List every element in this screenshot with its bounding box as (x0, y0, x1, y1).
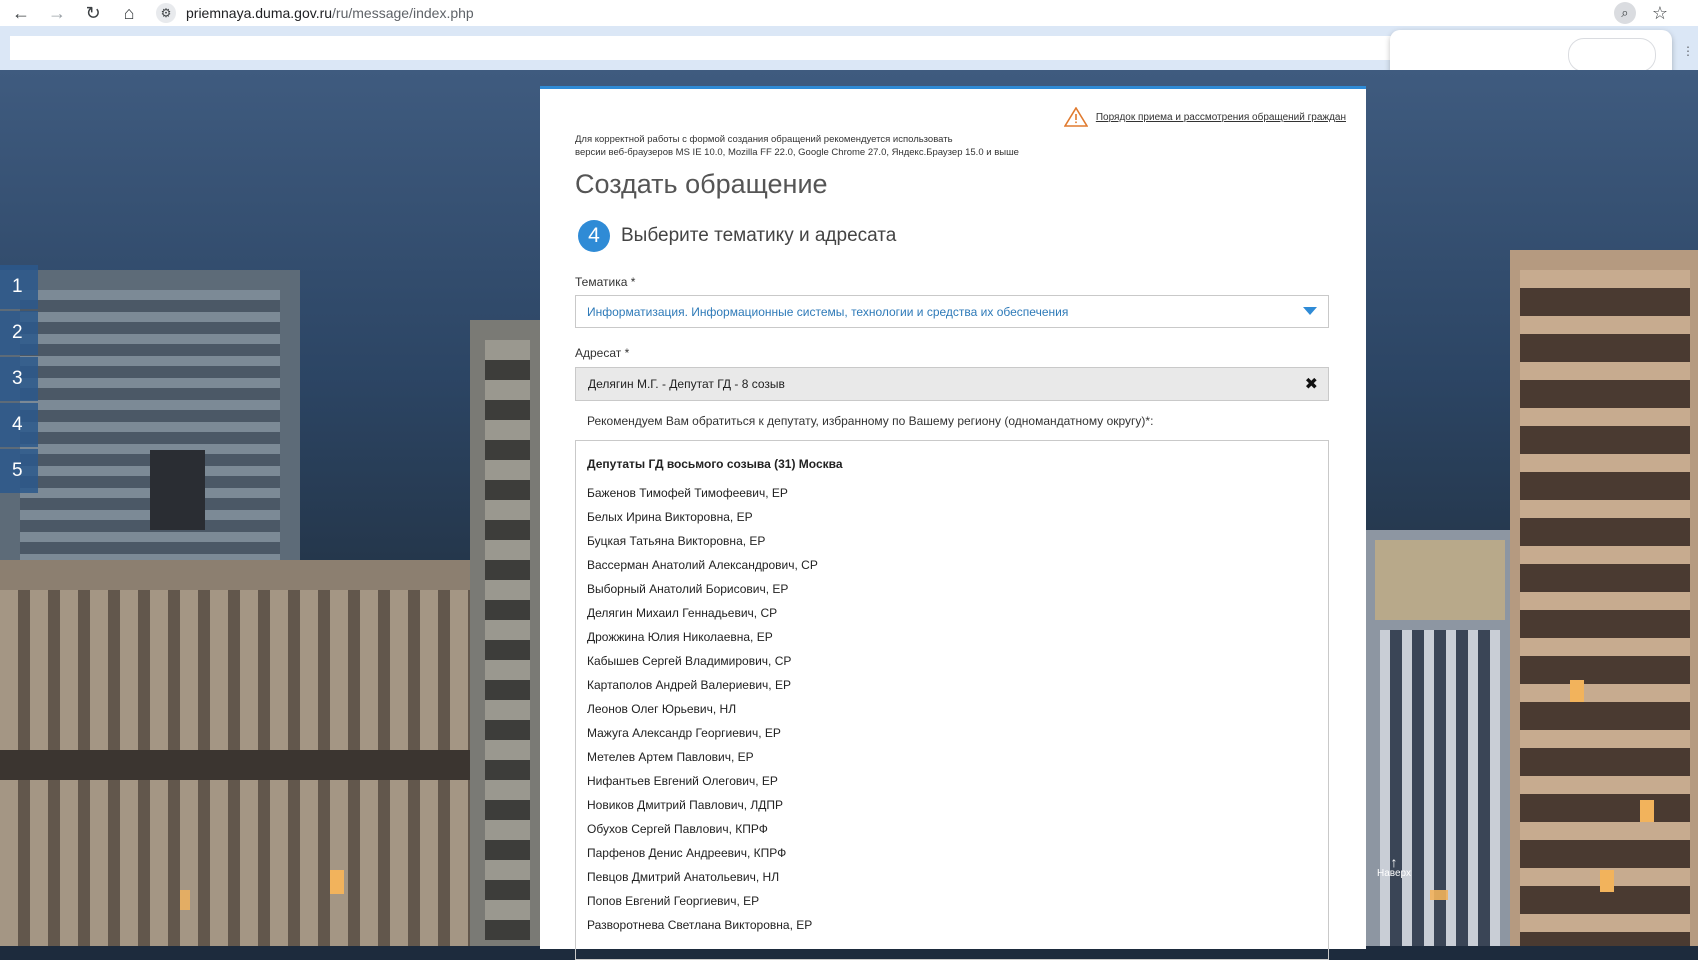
list-item[interactable]: Дрожжина Юлия Николаевна, ЕР (587, 629, 818, 653)
list-group-heading: Депутаты ГД восьмого созыва (31) Москва (587, 457, 843, 471)
zoom-icon[interactable]: ⌕ (1613, 2, 1636, 24)
addressee-selected-value: Делягин М.Г. - Депутат ГД - 8 созыв (588, 377, 785, 391)
addressee-label: Адресат * (575, 346, 630, 360)
list-item[interactable]: Попов Евгений Георгиевич, ЕР (587, 893, 818, 917)
clear-icon[interactable]: ✖ (1305, 374, 1318, 394)
list-item[interactable]: Белых Ирина Викторовна, ЕР (587, 509, 818, 533)
side-step-1[interactable]: 1 (0, 265, 38, 309)
popup-button[interactable] (1568, 38, 1656, 72)
side-step-nav: 1 2 3 4 5 (0, 265, 38, 495)
topic-select[interactable]: Информатизация. Информационные системы, … (575, 295, 1329, 328)
chevron-down-icon[interactable] (1303, 307, 1317, 315)
list-item[interactable]: Разворотнева Светлана Викторовна, ЕР (587, 917, 818, 941)
list-item[interactable]: Кабышев Сергей Владимирович, СР (587, 653, 818, 677)
list-item[interactable]: Делягин Михаил Геннадьевич, СР (587, 605, 818, 629)
list-item[interactable]: Выборный Анатолий Борисович, ЕР (587, 581, 818, 605)
step-title: Выберите тематику и адресата (621, 225, 897, 246)
list-item[interactable]: Парфенов Денис Андреевич, КПРФ (587, 845, 818, 869)
page-title: Создать обращение (575, 169, 828, 199)
side-step-5[interactable]: 5 (0, 449, 38, 493)
list-item[interactable]: Буцкая Татьяна Викторовна, ЕР (587, 533, 818, 557)
list-item[interactable]: Новиков Дмитрий Павлович, ЛДПР (587, 797, 818, 821)
side-step-3[interactable]: 3 (0, 357, 38, 401)
deputies-list: Баженов Тимофей Тимофеевич, ЕР Белых Ири… (587, 485, 818, 941)
forward-arrow-icon[interactable]: → (42, 0, 72, 26)
list-item[interactable]: Баженов Тимофей Тимофеевич, ЕР (587, 485, 818, 509)
browser-toolbar: ← → ↻ ⌂ ⚙ priemnaya.duma.gov.ru/ru/messa… (0, 0, 1698, 26)
bookmark-star-icon[interactable]: ☆ (1652, 3, 1668, 24)
arrow-up-icon: ↑ (1390, 854, 1398, 870)
url-host: priemnaya.duma.gov.ru (186, 5, 333, 21)
step-header: 4 Выберите тематику и адресата (578, 220, 896, 252)
scroll-top-label: Наверх (1377, 868, 1411, 879)
list-item[interactable]: Мажуга Александр Георгиевич, ЕР (587, 725, 818, 749)
notice-block: Порядок приема и рассмотрения обращений … (1063, 107, 1346, 127)
topic-selected-value: Информатизация. Информационные системы, … (587, 304, 1069, 319)
step-number-badge: 4 (578, 220, 610, 252)
browser-note-line-2: версии веб-браузеров MS IE 10.0, Mozilla… (575, 147, 1019, 158)
list-item[interactable]: Обухов Сергей Павлович, КПРФ (587, 821, 818, 845)
home-icon[interactable]: ⌂ (114, 0, 144, 26)
top-bar-strip (10, 36, 1410, 60)
list-item[interactable]: Нифантьев Евгений Олегович, ЕР (587, 773, 818, 797)
procedure-link[interactable]: Порядок приема и рассмотрения обращений … (1096, 112, 1346, 123)
list-item[interactable]: Леонов Олег Юрьевич, НЛ (587, 701, 818, 725)
browser-recommendation: Для корректной работы с формой создания … (575, 133, 1075, 159)
deputies-listbox[interactable]: Депутаты ГД восьмого созыва (31) Москва … (575, 440, 1329, 960)
side-step-2[interactable]: 2 (0, 311, 38, 355)
list-item[interactable]: Картаполов Андрей Валериевич, ЕР (587, 677, 818, 701)
back-arrow-icon[interactable]: ← (6, 0, 36, 26)
topic-label: Тематика * (575, 275, 636, 289)
side-step-4[interactable]: 4 (0, 403, 38, 447)
list-item[interactable]: Вассерман Анатолий Александрович, СР (587, 557, 818, 581)
warning-icon (1063, 107, 1088, 127)
scroll-to-top-button[interactable]: ↑ Наверх (1374, 854, 1414, 879)
list-item[interactable]: Певцов Дмитрий Анатольевич, НЛ (587, 869, 818, 893)
browser-note-line-1: Для корректной работы с формой создания … (575, 134, 953, 145)
address-bar[interactable]: ⚙ priemnaya.duma.gov.ru/ru/message/index… (156, 0, 1661, 26)
more-icon[interactable]: ⋮ (1682, 44, 1694, 58)
reload-icon[interactable]: ↻ (78, 0, 108, 26)
recommend-text: Рекомендуем Вам обратиться к депутату, и… (587, 414, 1154, 428)
appeal-form-panel: Порядок приема и рассмотрения обращений … (540, 86, 1366, 960)
url-path: /ru/message/index.php (332, 5, 474, 21)
addressee-select[interactable]: Делягин М.Г. - Депутат ГД - 8 созыв ✖ (575, 367, 1329, 401)
list-item[interactable]: Метелев Артем Павлович, ЕР (587, 749, 818, 773)
site-settings-icon[interactable]: ⚙ (156, 3, 176, 23)
